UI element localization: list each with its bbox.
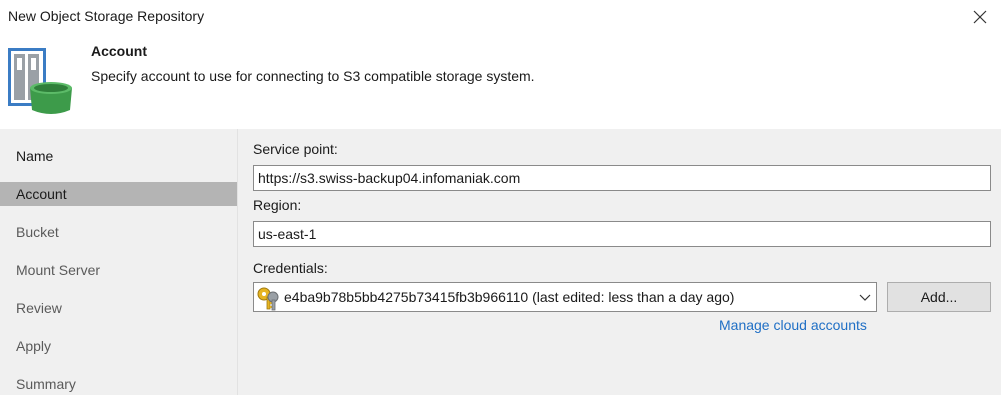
sidebar-item-name[interactable]: Name bbox=[0, 144, 237, 168]
region-label: Region: bbox=[253, 197, 302, 213]
object-storage-bucket-icon bbox=[8, 48, 72, 114]
credentials-dropdown[interactable]: e4ba9b78b5bb4275b73415fb3b966110 (last e… bbox=[253, 282, 877, 312]
step-description: Specify account to use for connecting to… bbox=[91, 68, 535, 84]
service-point-input[interactable] bbox=[253, 165, 991, 191]
account-form: Service point: Region: Credentials: e4ba… bbox=[237, 129, 1001, 395]
sidebar-item-apply[interactable]: Apply bbox=[0, 334, 237, 358]
key-icon bbox=[257, 287, 279, 311]
sidebar-item-review[interactable]: Review bbox=[0, 296, 237, 320]
credentials-value: e4ba9b78b5bb4275b73415fb3b966110 (last e… bbox=[284, 289, 735, 305]
step-title: Account bbox=[91, 43, 147, 59]
sidebar-item-bucket[interactable]: Bucket bbox=[0, 220, 237, 244]
close-icon bbox=[973, 10, 987, 24]
sidebar-item-mount-server[interactable]: Mount Server bbox=[0, 258, 237, 282]
service-point-label: Service point: bbox=[253, 141, 338, 157]
sidebar-item-account[interactable]: Account bbox=[0, 182, 237, 206]
chevron-down-icon bbox=[859, 294, 871, 301]
wizard-steps-sidebar: Name Account Bucket Mount Server Review … bbox=[0, 129, 237, 395]
manage-cloud-accounts-link[interactable]: Manage cloud accounts bbox=[719, 317, 867, 333]
sidebar-item-summary[interactable]: Summary bbox=[0, 372, 237, 395]
window-title: New Object Storage Repository bbox=[8, 8, 205, 24]
credentials-label: Credentials: bbox=[253, 260, 328, 276]
wizard-header: Account Specify account to use for conne… bbox=[0, 34, 1001, 129]
add-credentials-button[interactable]: Add... bbox=[887, 282, 991, 312]
region-input[interactable] bbox=[253, 221, 991, 247]
title-bar: New Object Storage Repository bbox=[0, 0, 1001, 34]
close-button[interactable] bbox=[967, 4, 993, 30]
